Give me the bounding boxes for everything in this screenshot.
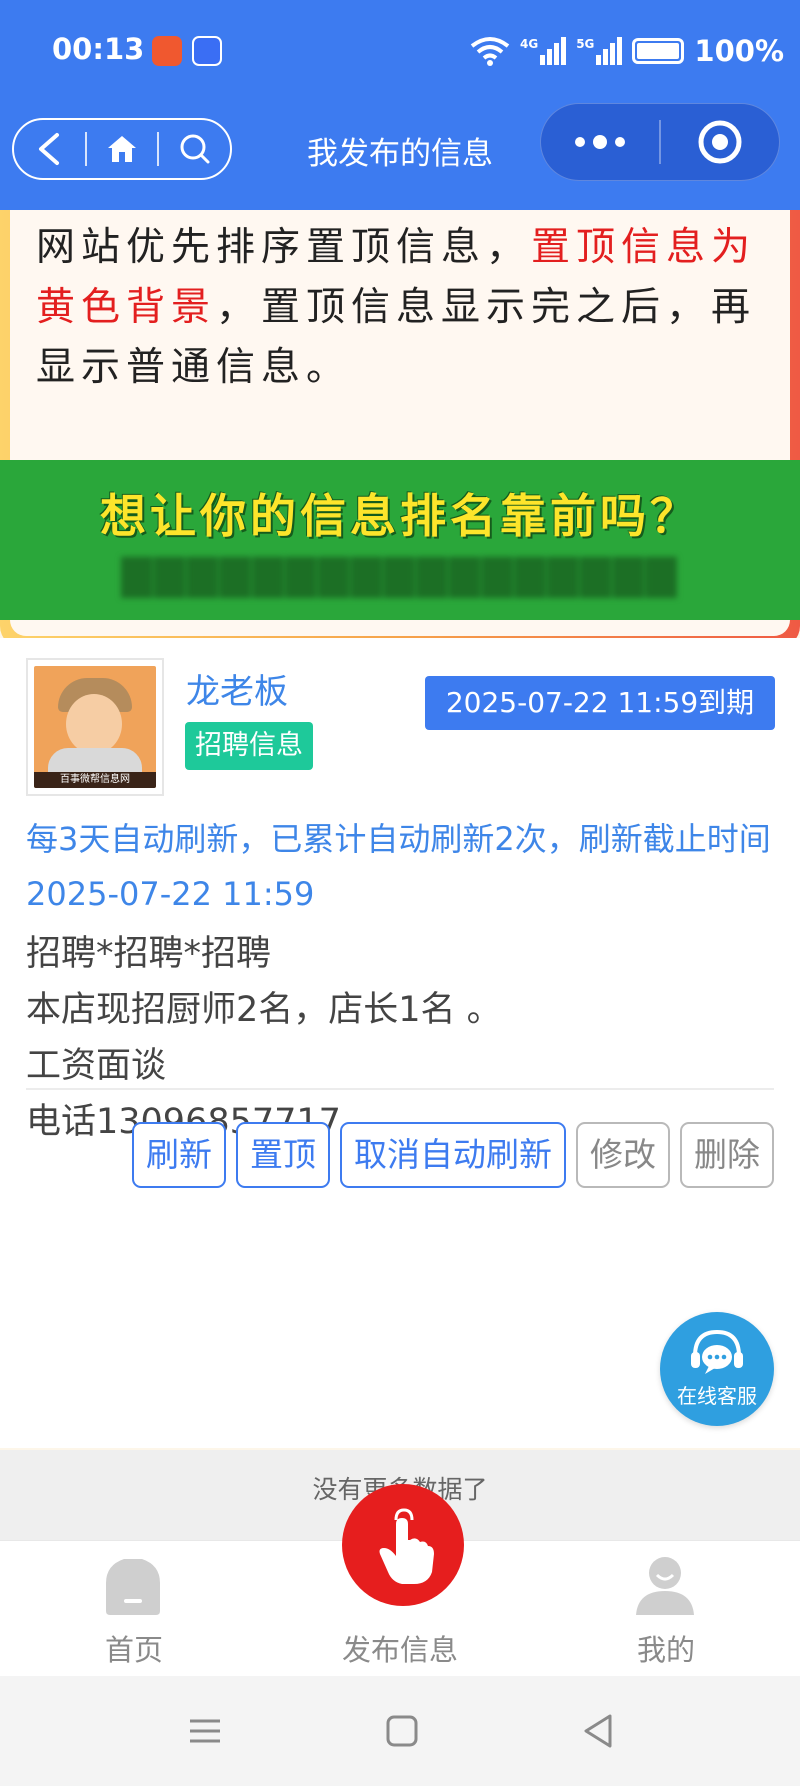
signal-4g-icon: 4G [520,37,567,65]
avatar[interactable]: 百事微帮信息网 [26,658,164,796]
back-nav-icon[interactable] [574,1706,624,1756]
divider [26,1088,774,1090]
top-header: 00:13 4G 5G 100% 我发布的信息 [0,0,800,210]
tab-home-label: 首页 [104,1633,163,1667]
notice-text: 网站优先排序置顶信息，置顶信息为黄色背景，置顶信息显示完之后，再显示普通信息。 [36,218,776,398]
nav-pill [12,118,232,180]
tab-mine[interactable]: 我的 [566,1541,766,1677]
baidu-notification-icon [192,36,222,66]
battery-icon [632,38,685,64]
notice-text-part-1: 网站优先排序置顶信息， [36,225,532,270]
tab-post-label: 发布信息 [341,1633,458,1667]
post-body: 招聘*招聘*招聘 本店现招厨师2名，店长1名 。 工资面谈 电话13096857… [26,926,776,1150]
publish-fab-button[interactable] [342,1484,464,1606]
headset-chat-icon [691,1329,743,1374]
target-icon [698,120,742,164]
more-icon [575,135,625,149]
network-4g-label: 4G [520,37,539,51]
post-line: 本店现招厨师2名，店长1名 。 [26,990,502,1030]
expiry-badge: 2025-07-22 11:59到期 [425,676,775,730]
miniapp-capsule [540,103,780,181]
auto-refresh-info: 每3天自动刷新，已累计自动刷新2次，刷新截止时间2025-07-22 11:59 [26,820,771,913]
home-button[interactable] [87,120,158,178]
home-nav-icon[interactable] [377,1706,427,1756]
back-icon [39,133,60,165]
post-line: 招聘*招聘*招聘 [26,934,272,974]
user-tab-icon [636,1557,694,1615]
refresh-button[interactable]: 刷新 [132,1122,226,1188]
recents-icon[interactable] [180,1706,230,1756]
avatar-image: 百事微帮信息网 [34,666,156,788]
author-name[interactable]: 龙老板 [186,664,288,713]
more-button[interactable] [541,104,659,180]
search-icon [180,134,210,164]
banner-subtitle-blurred: ▇▇▇▇▇▇▇▇▇▇▇▇▇▇▇▇▇ [121,552,679,598]
banner-title: 想让你的信息排名靠前吗？ [100,489,700,543]
signal-5g-icon: 5G [576,37,623,65]
home-icon [108,136,136,162]
tab-mine-label: 我的 [636,1633,695,1667]
promo-banner[interactable]: 想让你的信息排名靠前吗？ ▇▇▇▇▇▇▇▇▇▇▇▇▇▇▇▇▇ [0,460,800,620]
edit-button[interactable]: 修改 [576,1122,670,1188]
cancel-auto-refresh-button[interactable]: 取消自动刷新 [340,1122,566,1188]
delete-button[interactable]: 删除 [680,1122,774,1188]
pin-button[interactable]: 置顶 [236,1122,330,1188]
tap-hand-icon [379,1508,434,1584]
post-actions: 刷新 置顶 取消自动刷新 修改 删除 [132,1122,774,1188]
customer-service-label: 在线客服 [677,1384,757,1408]
status-time: 00:13 [52,32,145,66]
status-bar: 00:13 4G 5G 100% [0,28,800,76]
wifi-icon [470,37,510,66]
network-5g-label: 5G [576,37,595,51]
battery-percent: 100% [694,34,784,68]
page-title: 我发布的信息 [307,136,493,172]
post-line: 工资面谈 [26,1046,167,1086]
search-button[interactable] [159,120,230,178]
home-tab-icon [106,1559,160,1615]
system-nav-bar [0,1676,800,1786]
back-button[interactable] [14,120,85,178]
app-notification-icon [152,36,182,66]
customer-service-button[interactable]: 在线客服 [660,1312,774,1426]
tab-home[interactable]: 首页 [34,1541,234,1677]
avatar-caption: 百事微帮信息网 [34,772,156,788]
avatar-face-shape [66,694,122,754]
status-right: 4G 5G 100% [470,34,784,68]
close-miniapp-button[interactable] [661,104,779,180]
category-badge: 招聘信息 [185,722,313,770]
